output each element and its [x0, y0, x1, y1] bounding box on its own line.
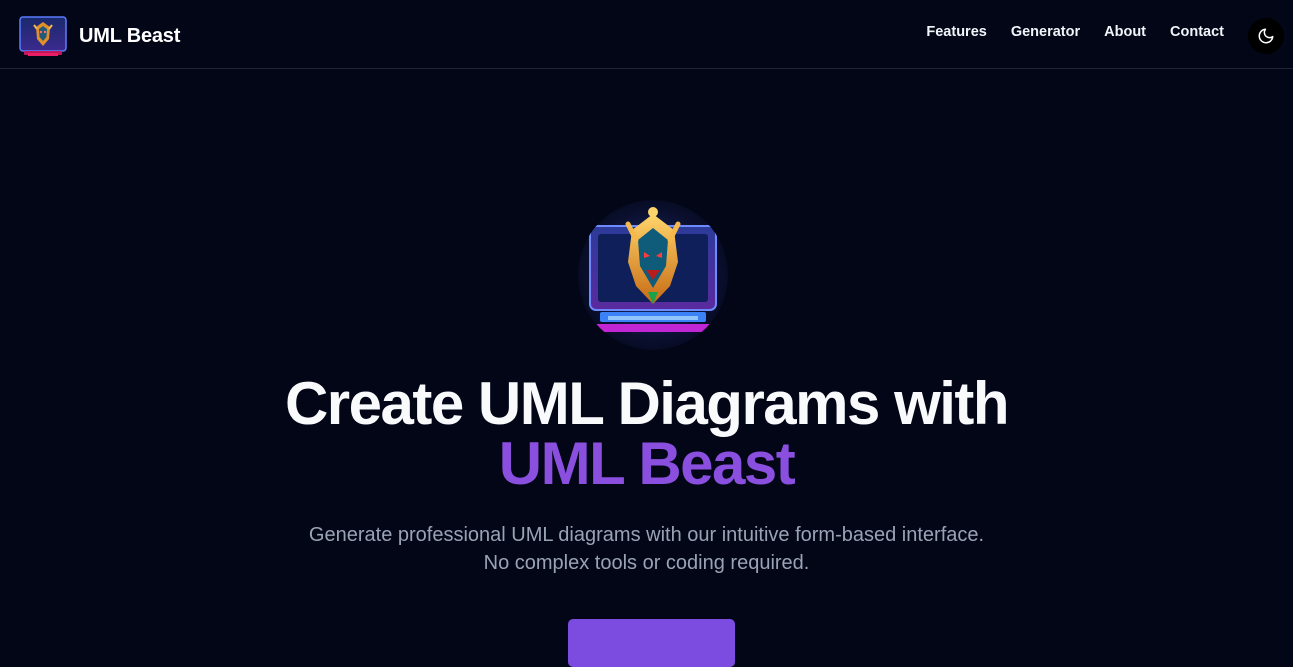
nav-links: Features Generator About Contact [926, 24, 1224, 40]
nav-link-about[interactable]: About [1104, 24, 1146, 40]
wolf-computer-logo-icon [19, 16, 67, 56]
hero-title-accent: UML Beast [498, 430, 796, 497]
hero-logo [578, 200, 728, 350]
brand-name: UML Beast [79, 24, 181, 47]
navbar: UML Beast Features Generator About Conta… [0, 0, 1293, 69]
hero-title-line: Create UML Diagrams with [284, 370, 1010, 437]
hero-section: Create UML Diagrams with UML Beast Gener… [0, 69, 1293, 667]
nav-link-features[interactable]: Features [926, 24, 986, 40]
theme-toggle-button[interactable] [1248, 18, 1284, 54]
nav-link-contact[interactable]: Contact [1170, 24, 1224, 40]
wolf-computer-logo-icon [578, 200, 728, 350]
moon-icon [1258, 28, 1274, 44]
hero-subtitle: Generate professional UML diagrams with … [308, 524, 985, 574]
hero-cta-button[interactable] [568, 619, 735, 667]
hero-title: Create UML Diagrams with UML Beast [0, 374, 1293, 494]
brand-home-link[interactable]: UML Beast [18, 15, 180, 57]
nav-link-generator[interactable]: Generator [1011, 24, 1080, 40]
